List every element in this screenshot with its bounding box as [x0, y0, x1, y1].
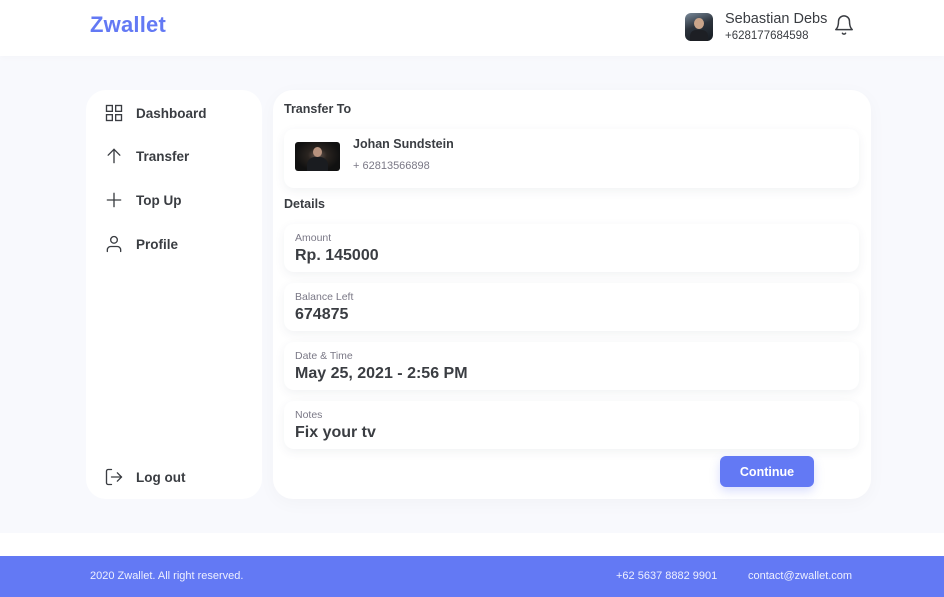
- user-avatar[interactable]: [685, 13, 713, 41]
- logout-button[interactable]: Log out: [104, 465, 185, 489]
- user-name: Sebastian Debs: [725, 11, 828, 27]
- footer: 2020 Zwallet. All right reserved. +62 56…: [0, 556, 944, 597]
- grid-icon: [105, 104, 123, 122]
- arrow-up-icon: [107, 148, 121, 164]
- detail-value: 674875: [295, 306, 349, 323]
- detail-value: May 25, 2021 - 2:56 PM: [295, 365, 468, 382]
- sidebar-item-top-up[interactable]: Top Up: [104, 188, 181, 212]
- transfer-confirmation-panel: Transfer To Johan Sundstein + 6281356689…: [273, 90, 871, 499]
- sidebar-item-profile[interactable]: Profile: [104, 232, 178, 256]
- detail-label: Balance Left: [295, 291, 354, 303]
- detail-value: Rp. 145000: [295, 247, 379, 264]
- recipient-card: Johan Sundstein + 62813566898: [284, 129, 859, 188]
- user-icon: [106, 235, 122, 253]
- footer-email[interactable]: contact@zwallet.com: [748, 570, 852, 582]
- sidebar-item-transfer[interactable]: Transfer: [104, 144, 189, 168]
- logout-label: Log out: [136, 469, 186, 485]
- plus-icon: [106, 192, 122, 208]
- user-profile[interactable]: Sebastian Debs +628177684598: [685, 10, 827, 44]
- footer-copyright: 2020 Zwallet. All right reserved.: [90, 570, 244, 582]
- bell-icon[interactable]: [833, 13, 855, 37]
- top-header: Zwallet Sebastian Debs +628177684598: [0, 0, 944, 56]
- detail-notes: Notes Fix your tv: [284, 401, 859, 449]
- detail-label: Date & Time: [295, 350, 353, 362]
- recipient-phone: + 62813566898: [353, 160, 430, 172]
- sidebar-item-label: Transfer: [136, 148, 190, 164]
- sidebar-item-label: Profile: [136, 236, 179, 252]
- logout-icon: [105, 468, 123, 486]
- details-title: Details: [284, 197, 325, 211]
- recipient-name: Johan Sundstein: [353, 137, 454, 151]
- recipient-photo: [295, 142, 340, 171]
- sidebar-item-dashboard[interactable]: Dashboard: [104, 101, 207, 125]
- continue-button[interactable]: Continue: [720, 456, 814, 487]
- detail-amount: Amount Rp. 145000: [284, 224, 859, 272]
- brand-logo[interactable]: Zwallet: [90, 12, 166, 38]
- detail-label: Notes: [295, 409, 323, 421]
- user-phone: +628177684598: [725, 30, 809, 42]
- detail-label: Amount: [295, 232, 332, 244]
- sidebar: Dashboard Transfer Top Up Profile Log ou…: [86, 90, 262, 499]
- sidebar-item-label: Dashboard: [136, 105, 207, 121]
- page-spacer: [0, 533, 944, 556]
- user-info: Sebastian Debs +628177684598: [725, 10, 827, 44]
- detail-date-time: Date & Time May 25, 2021 - 2:56 PM: [284, 342, 859, 390]
- sidebar-item-label: Top Up: [136, 192, 182, 208]
- transfer-to-title: Transfer To: [284, 102, 352, 116]
- detail-balance-left: Balance Left 674875: [284, 283, 859, 331]
- detail-value: Fix your tv: [295, 424, 376, 441]
- footer-phone: +62 5637 8882 9901: [616, 570, 718, 582]
